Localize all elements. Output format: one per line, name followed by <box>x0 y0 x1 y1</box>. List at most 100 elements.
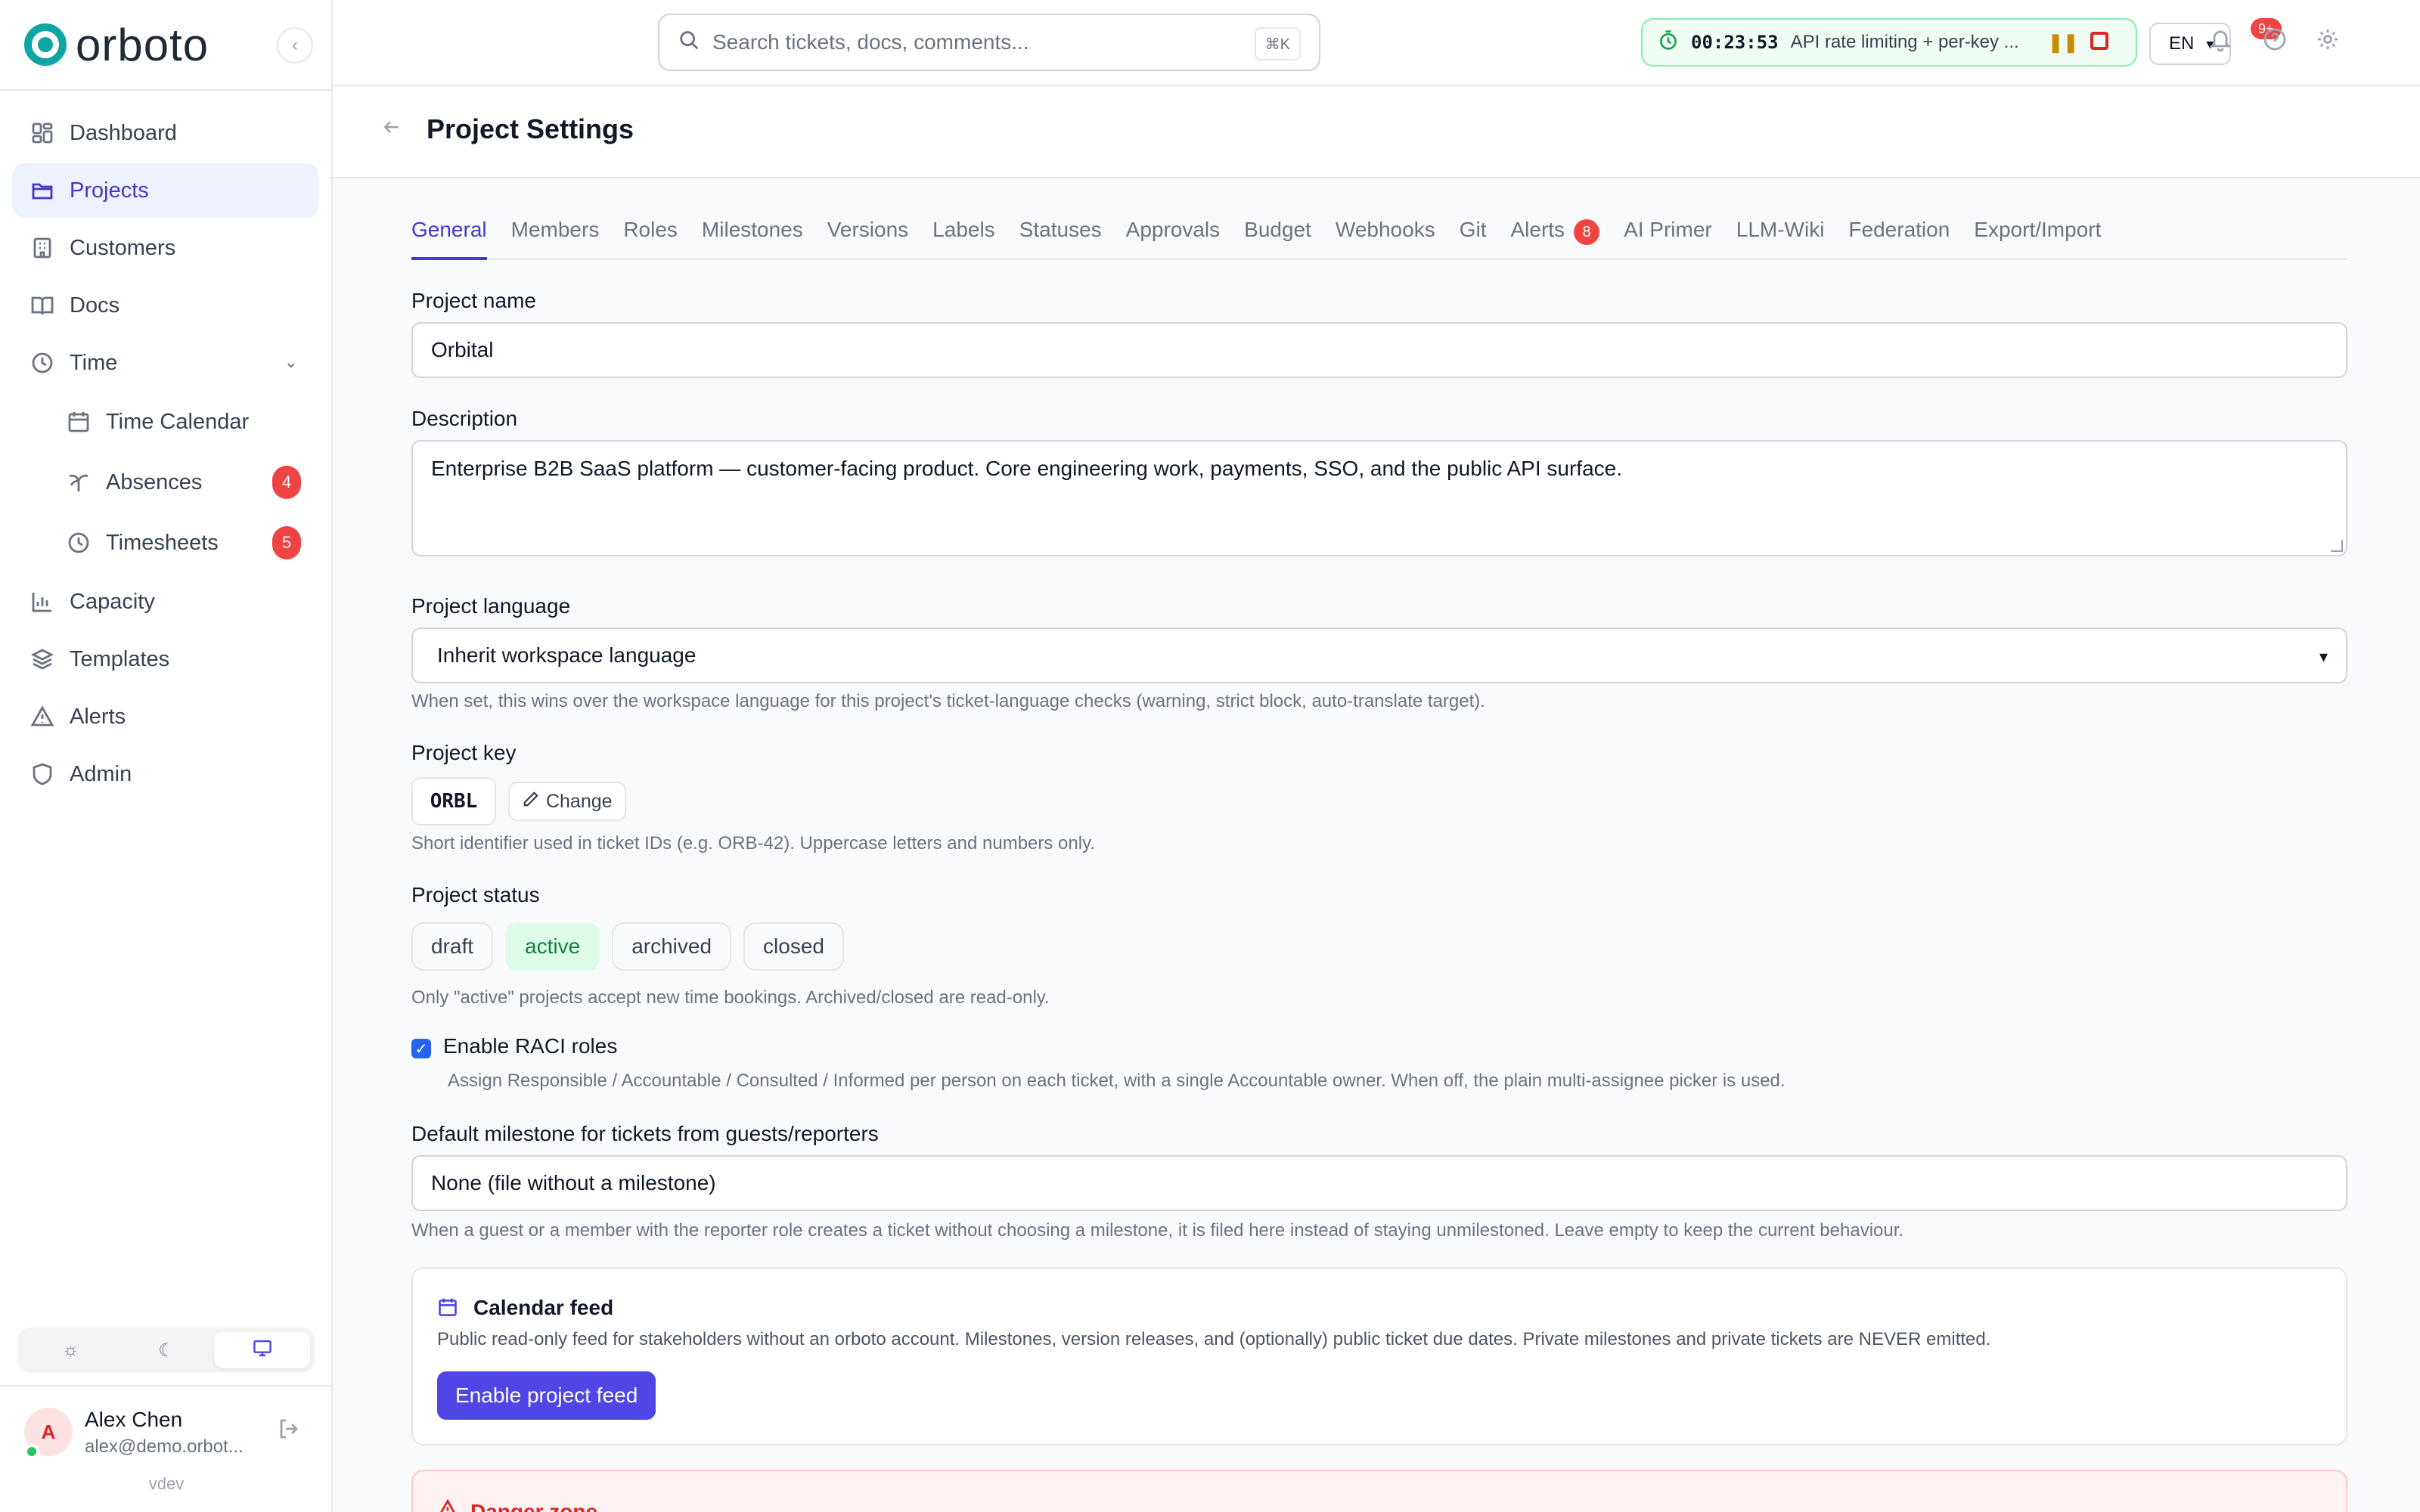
calendar-feed-card: Calendar feed Public read-only feed for … <box>411 1267 2347 1445</box>
pause-icon[interactable]: ❚❚ <box>2048 32 2078 54</box>
tab-approvals[interactable]: Approvals <box>1126 215 1221 260</box>
sidebar-item-admin[interactable]: Admin <box>12 747 319 801</box>
tab-export-import[interactable]: Export/Import <box>1974 215 2101 260</box>
search-shortcut: ⌘K <box>1254 27 1301 60</box>
danger-zone-title: Danger zone <box>437 1498 597 1512</box>
resize-handle[interactable] <box>2331 540 2343 552</box>
status-closed-button[interactable]: closed <box>743 922 844 971</box>
page-title: Project Settings <box>427 113 634 144</box>
user-name: Alex Chen <box>85 1408 183 1431</box>
project-language-help: When set, this wins over the workspace l… <box>411 691 1485 711</box>
calendar-feed-title: Calendar feed <box>473 1296 614 1319</box>
sidebar-item-label: Projects <box>70 178 149 203</box>
monitor-icon <box>253 1338 272 1363</box>
tab-webhooks[interactable]: Webhooks <box>1336 215 1435 260</box>
tab-milestones[interactable]: Milestones <box>702 215 803 260</box>
theme-light-button[interactable]: ☼ <box>23 1332 119 1368</box>
tab-label: Milestones <box>701 218 803 241</box>
sidebar-item-label: Time Calendar <box>106 409 250 434</box>
tab-label: Export/Import <box>1974 218 2102 241</box>
tab-labels[interactable]: Labels <box>932 215 995 260</box>
user-panel: A Alex Chen alex@demo.orbot... vdev <box>0 1385 333 1512</box>
sidebar-item-docs[interactable]: Docs <box>12 278 319 333</box>
status-draft-button[interactable]: draft <box>411 922 494 971</box>
help-icon[interactable] <box>2263 27 2287 57</box>
check-icon: ✓ <box>414 1040 428 1058</box>
raci-checkbox[interactable]: ✓ <box>411 1039 431 1058</box>
tab-alerts[interactable]: Alerts 8 <box>1510 215 1600 260</box>
sidebar-item-capacity[interactable]: Capacity <box>12 575 319 629</box>
folder-icon <box>30 178 54 203</box>
timer-task: API rate limiting + per-key ... <box>1790 32 2019 52</box>
page-header: Project Settings <box>333 86 2420 178</box>
tab-statuses[interactable]: Statuses <box>1019 215 1102 260</box>
search-input[interactable]: Search tickets, docs, comments... ⌘K <box>658 14 1320 71</box>
book-icon <box>30 293 54 318</box>
status-active-button[interactable]: active <box>505 922 600 971</box>
tab-federation[interactable]: Federation <box>1848 215 1950 260</box>
tab-roles[interactable]: Roles <box>623 215 678 260</box>
raci-label[interactable]: Enable RACI roles <box>443 1034 617 1058</box>
tab-label: LLM-Wiki <box>1736 218 1825 241</box>
sidebar-item-dashboard[interactable]: Dashboard <box>12 106 319 160</box>
change-key-button[interactable]: Change <box>508 782 626 821</box>
tab-ai-primer[interactable]: AI Primer <box>1624 215 1712 260</box>
default-milestone-label: Default milestone for tickets from guest… <box>411 1122 879 1145</box>
sidebar-item-label: Absences <box>106 469 203 494</box>
sidebar-item-label: Admin <box>70 761 132 786</box>
default-milestone-input[interactable]: None (file without a milestone) <box>411 1155 2347 1211</box>
tab-label: General <box>411 218 487 241</box>
building-icon <box>30 236 54 260</box>
sidebar-item-time[interactable]: Time ⌄ <box>12 336 319 390</box>
tab-label: Roles <box>623 218 678 241</box>
tab-label: Git <box>1459 218 1487 241</box>
tab-versions[interactable]: Versions <box>827 215 908 260</box>
project-language-value: Inherit workspace language <box>437 643 697 667</box>
danger-zone-label: Danger zone <box>470 1499 598 1512</box>
description-label: Description <box>411 407 518 430</box>
gear-icon[interactable] <box>2316 27 2340 57</box>
sidebar-item-label: Capacity <box>70 589 155 614</box>
tab-general[interactable]: General <box>411 215 487 260</box>
tab-budget[interactable]: Budget <box>1244 215 1311 260</box>
bell-icon[interactable] <box>2208 27 2232 57</box>
palm-tree-icon <box>67 470 91 494</box>
timesheets-badge: 5 <box>272 526 301 559</box>
logout-icon[interactable] <box>277 1417 301 1446</box>
tab-git[interactable]: Git <box>1460 215 1487 260</box>
collapse-sidebar-button[interactable]: ‹ <box>277 27 313 64</box>
stop-icon[interactable] <box>2090 32 2108 50</box>
project-language-select[interactable]: Inherit workspace language ▾ <box>411 627 2347 683</box>
sidebar-item-time-calendar[interactable]: Time Calendar <box>12 393 319 451</box>
sidebar-item-absences[interactable]: Absences 4 <box>12 454 319 511</box>
tab-label: Budget <box>1244 218 1311 241</box>
project-status-label: Project status <box>411 883 540 906</box>
tab-llm-wiki[interactable]: LLM-Wiki <box>1736 215 1825 260</box>
tab-label: Federation <box>1848 218 1950 241</box>
tab-members[interactable]: Members <box>511 215 600 260</box>
tab-label: Webhooks <box>1335 218 1435 241</box>
project-name-label: Project name <box>411 289 536 312</box>
description-textarea[interactable]: Enterprise B2B SaaS platform — customer-… <box>411 440 2347 556</box>
project-key-help: Short identifier used in ticket IDs (e.g… <box>411 833 1095 854</box>
sidebar-item-timesheets[interactable]: Timesheets 5 <box>12 514 319 572</box>
theme-dark-button[interactable]: ☾ <box>119 1332 215 1368</box>
project-name-input[interactable]: Orbital <box>411 322 2347 378</box>
chevron-down-icon: ⌄ <box>284 352 298 371</box>
arrow-left-icon[interactable] <box>381 116 402 143</box>
status-archived-button[interactable]: archived <box>612 922 732 971</box>
theme-system-button[interactable] <box>214 1332 311 1368</box>
timer-time: 00:23:53 <box>1691 32 1779 53</box>
sidebar-item-templates[interactable]: Templates <box>12 632 319 686</box>
project-language-label: Project language <box>411 594 571 618</box>
sidebar-item-customers[interactable]: Customers <box>12 221 319 275</box>
sidebar-item-projects[interactable]: Projects <box>12 163 319 218</box>
running-timer[interactable]: 00:23:53 API rate limiting + per-key ...… <box>1641 18 2137 67</box>
danger-zone: Danger zone <box>411 1470 2347 1512</box>
pencil-icon <box>522 790 540 813</box>
sidebar-item-label: Dashboard <box>70 120 177 145</box>
stopwatch-icon <box>1658 29 1679 56</box>
chevron-down-icon: ▾ <box>2319 647 2328 666</box>
sidebar-item-alerts[interactable]: Alerts <box>12 689 319 744</box>
enable-project-feed-button[interactable]: Enable project feed <box>437 1371 656 1420</box>
